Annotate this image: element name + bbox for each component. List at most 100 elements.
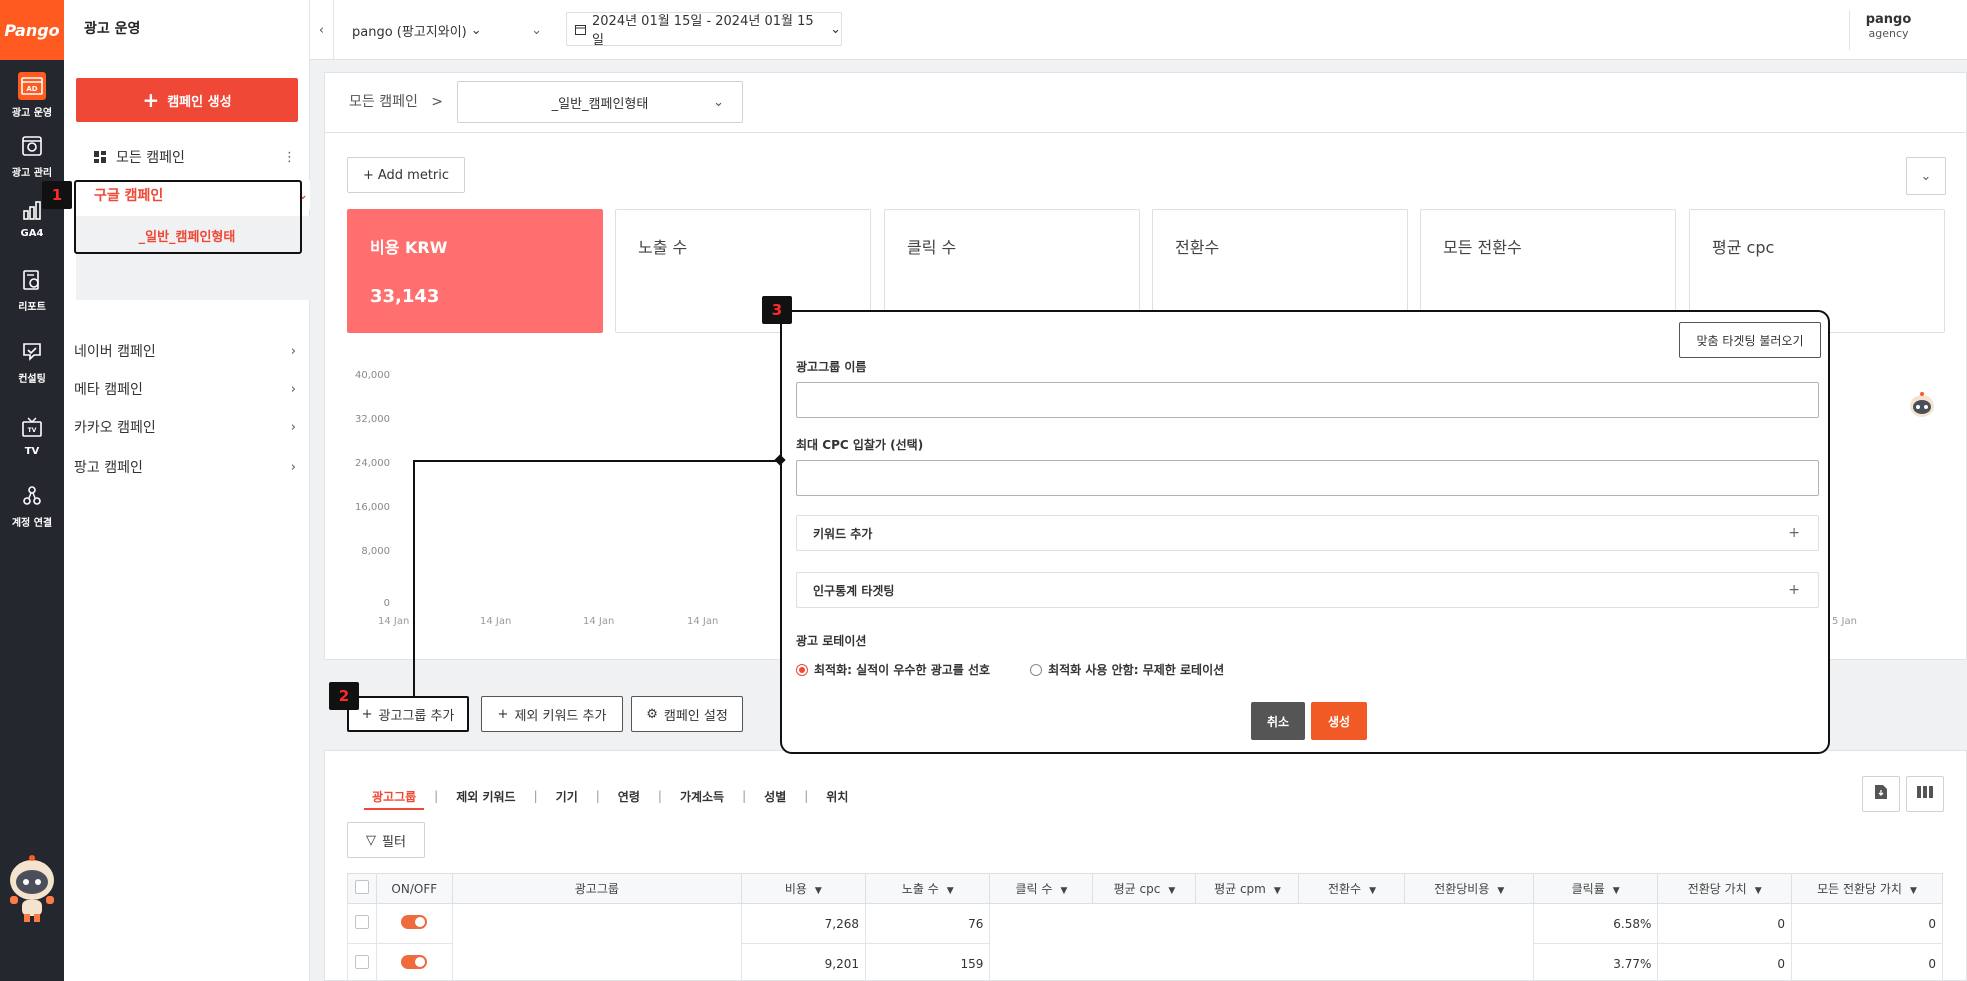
sort-caret-icon: ▼ (1369, 886, 1376, 896)
rail-item-report[interactable]: 리포트 (0, 256, 64, 322)
gear-icon (18, 132, 46, 160)
sidebar-item-meta[interactable]: 메타 캠페인 › (64, 374, 310, 404)
annotation-badge-1: 1 (42, 181, 72, 209)
onoff-toggle[interactable] (375, 943, 454, 981)
rotation-optimize-radio[interactable] (796, 663, 808, 676)
col-conv-value[interactable]: 전환당 가치 ▼ (1657, 873, 1792, 904)
add-negative-keyword-button[interactable]: + 제외 키워드 추가 (481, 696, 623, 732)
col-clicks[interactable]: 클릭 수 ▼ (989, 873, 1094, 904)
tab-negative-keyword[interactable]: 제외 키워드 (448, 788, 523, 805)
keyword-add-accordion[interactable]: 키워드 추가 + (796, 515, 1819, 551)
empty-cell (989, 903, 1534, 981)
campaign-selector[interactable]: _일반_캠페인형태 ⌄ (457, 81, 743, 123)
tab-location[interactable]: 위치 (818, 788, 856, 805)
col-conversions[interactable]: 전환수 ▼ (1298, 873, 1406, 904)
cost-cell: 9,201 (740, 943, 867, 981)
tab-adgroup[interactable]: 광고그룹 (364, 788, 425, 810)
tab-household-income[interactable]: 가계소득 (672, 788, 732, 805)
breadcrumb-root[interactable]: 모든 캠페인 (349, 94, 418, 110)
row-checkbox[interactable] (347, 943, 377, 981)
agency-profile[interactable]: pango agency (1849, 10, 1927, 50)
sidebar-item-kakao[interactable]: 카카오 캠페인 › (64, 412, 310, 442)
sidebar-item-all-campaigns[interactable]: 모든 캠페인 ⋮ (64, 142, 310, 172)
columns-button[interactable] (1906, 776, 1944, 812)
filter-button[interactable]: ▽ 필터 (347, 822, 425, 858)
create-button[interactable]: 생성 (1311, 702, 1367, 740)
plus-icon: + (497, 706, 509, 722)
rail-item-tv[interactable]: TV TV (0, 402, 64, 468)
campaign-sidebar: 광고 운영 + 캠페인 생성 모든 캠페인 ⋮ 구글 캠페인 ⌄ _일반_캠페인형… (64, 0, 310, 981)
y-tick: 40,000 (355, 370, 390, 381)
consulting-icon (18, 338, 46, 366)
campaign-settings-button[interactable]: ⚙ 캠페인 설정 (631, 696, 743, 732)
sort-caret-icon: ▼ (1909, 886, 1917, 896)
conv-value-cell: 0 (1657, 943, 1792, 981)
adgroup-name-input[interactable] (796, 382, 1819, 418)
sort-caret-icon: ▼ (814, 886, 822, 896)
ad-rotation-label: 광고 로테이션 (796, 634, 867, 648)
col-impressions[interactable]: 노출 수 ▼ (865, 873, 991, 904)
sidebar-item-naver[interactable]: 네이버 캠페인 › (64, 336, 310, 366)
plus-icon: + (362, 167, 374, 183)
max-cpc-label: 최대 CPC 입찰가 (선택) (796, 438, 924, 452)
col-onoff: ON/OFF (375, 873, 454, 904)
date-range-picker[interactable]: 2024년 01월 15일 - 2024년 01월 15일 ⌄ (566, 12, 842, 48)
col-avg-cpm[interactable]: 평균 cpm ▼ (1195, 873, 1300, 904)
ctr-cell: 3.77% (1532, 943, 1659, 981)
impressions-cell: 76 (865, 903, 991, 944)
more-vertical-icon[interactable]: ⋮ (283, 150, 296, 165)
impressions-cell: 159 (865, 943, 991, 981)
robot-mascot-icon[interactable] (6, 854, 58, 924)
onoff-toggle[interactable] (375, 903, 454, 944)
tab-age[interactable]: 연령 (610, 788, 648, 805)
col-all-conv-value[interactable]: 모든 전환당 가치 ▼ (1790, 873, 1944, 904)
filter-icon: ▽ (366, 832, 377, 848)
col-ctr[interactable]: 클릭률 ▼ (1532, 873, 1659, 904)
col-cost[interactable]: 비용 ▼ (740, 873, 867, 904)
account-selector[interactable]: pango (팡고지와이) ⌄ ⌄ (352, 16, 542, 44)
cancel-button[interactable]: 취소 (1251, 702, 1305, 740)
conv-value-cell: 0 (1657, 903, 1792, 944)
select-all-checkbox[interactable] (347, 873, 377, 904)
demographic-targeting-accordion[interactable]: 인구통계 타겟팅 + (796, 572, 1819, 608)
collapse-sidebar-icon[interactable]: ‹ (310, 0, 334, 60)
max-cpc-input[interactable] (796, 460, 1819, 496)
nav-rail: Pango AD 광고 운영 광고 관리 GA4 리포트 컨설팅 TV TV 계… (0, 0, 64, 981)
col-cost-per-conv[interactable]: 전환당비용 ▼ (1404, 873, 1534, 904)
pango-logo[interactable]: Pango (0, 0, 64, 60)
tab-device[interactable]: 기기 (548, 788, 586, 805)
plus-icon: + (142, 88, 160, 112)
load-custom-targeting-button[interactable]: 맞춤 타겟팅 불러오기 (1679, 322, 1821, 358)
sidebar-item-pango[interactable]: 팡고 캠페인 › (64, 452, 310, 482)
rotation-unoptimized-radio[interactable] (1030, 663, 1043, 676)
annotation-badge-3: 3 (762, 296, 792, 324)
gear-icon: ⚙ (646, 706, 658, 722)
tab-gender[interactable]: 성별 (756, 788, 794, 805)
rail-item-ad-manage[interactable]: 광고 관리 (0, 122, 64, 188)
expand-chevron-button[interactable]: ⌄ (1906, 157, 1946, 195)
add-metric-button[interactable]: + Add metric (347, 157, 465, 193)
share-icon (18, 482, 46, 510)
sort-caret-icon: ▼ (1168, 886, 1176, 896)
chevron-right-icon: › (290, 343, 296, 359)
sort-caret-icon: ▼ (1060, 886, 1068, 896)
rail-item-consulting[interactable]: 컨설팅 (0, 328, 64, 394)
adgroup-name-label: 광고그룹 이름 (796, 360, 867, 374)
metric-card-cost[interactable]: 비용 KRW 33,143 (347, 209, 603, 333)
rail-item-ad-operation[interactable]: AD 광고 운영 (0, 62, 64, 128)
table-row: 7,268 76 6.58% 0 0 (347, 903, 1944, 981)
sort-caret-icon: ▼ (1497, 886, 1505, 896)
table-tabs: 광고그룹 | 제외 키워드 | 기기 | 연령 | 가계소득 | 성별 | 위치 (364, 784, 856, 810)
row-checkbox[interactable] (347, 903, 377, 944)
chevron-down-icon: ⌄ (531, 22, 542, 38)
rail-item-account-link[interactable]: 계정 연결 (0, 472, 64, 538)
add-adgroup-button[interactable]: + 광고그룹 추가 (347, 696, 469, 732)
create-campaign-button[interactable]: + 캠페인 생성 (76, 78, 298, 122)
ctr-cell: 6.58% (1532, 903, 1659, 944)
download-report-button[interactable] (1862, 776, 1900, 812)
chatbot-icon[interactable] (1908, 392, 1936, 418)
y-tick: 32,000 (355, 414, 390, 425)
col-avg-cpc[interactable]: 평균 cpc ▼ (1092, 873, 1197, 904)
y-tick: 16,000 (355, 502, 390, 513)
sort-caret-icon: ▼ (946, 886, 954, 896)
